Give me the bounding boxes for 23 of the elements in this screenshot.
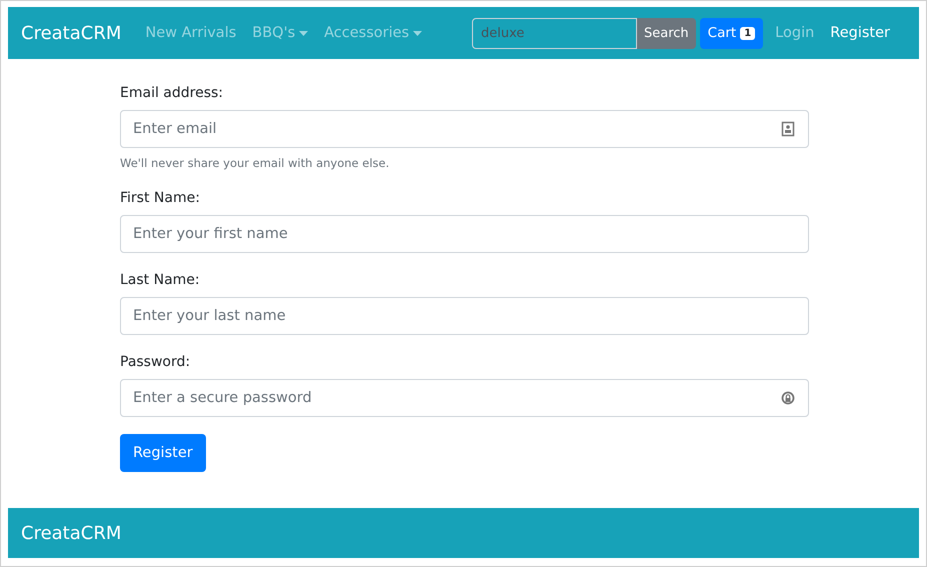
contact-card-icon (781, 121, 795, 137)
nav-link[interactable]: Login (775, 25, 814, 41)
nav-link[interactable]: New Arrivals (145, 25, 236, 41)
lock-icon (781, 390, 795, 406)
input-field[interactable]: Enter email (120, 110, 809, 148)
field-label: Password: (120, 354, 192, 370)
field-label: Last Name: (120, 272, 201, 288)
field-label: Email address: (120, 85, 224, 101)
input-field[interactable]: Enter your first name (120, 215, 809, 253)
register-button[interactable]: Register (120, 434, 206, 472)
field-label: First Name: (120, 190, 201, 206)
footer-brand: CreataCRM (21, 522, 122, 544)
cart-count: 1 (740, 26, 756, 40)
help-text: We'll never share your email with anyone else. (120, 156, 390, 170)
input-field[interactable]: Enter a secure password (120, 379, 809, 417)
nav-link[interactable]: Register (830, 25, 890, 41)
search-button[interactable]: Search (636, 18, 696, 48)
cart-button[interactable]: Cart 1 (700, 18, 764, 48)
brand-link[interactable]: CreataCRM (21, 22, 122, 44)
input-field[interactable]: Enter your last name (120, 297, 809, 335)
nav-link[interactable]: Accessories (324, 25, 422, 41)
nav-link[interactable]: BBQ's (252, 25, 308, 41)
search-field[interactable]: deluxe (472, 18, 637, 48)
